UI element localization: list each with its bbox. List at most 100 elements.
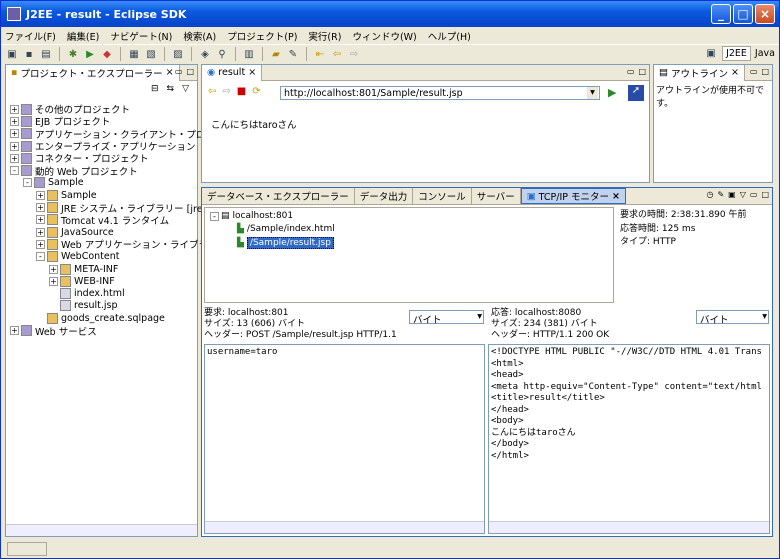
expand-icon[interactable]: + (10, 129, 19, 139)
expand-icon[interactable]: + (10, 104, 19, 114)
tab-data-output[interactable]: データ出力 (355, 188, 414, 204)
chevron-down-icon[interactable]: ▾ (587, 87, 598, 99)
history-icon[interactable]: ◷ (706, 190, 713, 199)
host-node[interactable]: - ▤ localhost:801 (210, 211, 293, 221)
request-body[interactable]: username=taro (204, 344, 485, 534)
request-item[interactable]: ▙ /Sample/index.html (237, 224, 335, 234)
run-icon[interactable]: ▶ (83, 47, 97, 61)
menu-search[interactable]: 検索(A) (183, 29, 216, 43)
menu-run[interactable]: 実行(R) (308, 29, 341, 43)
perspective-j2ee[interactable]: J2EE (722, 46, 751, 61)
tree-item-icon (60, 288, 71, 300)
request-item-selected[interactable]: ▙ /Sample/result.jsp (237, 237, 334, 249)
menu-help[interactable]: ヘルプ(H) (428, 29, 471, 43)
external-tools-icon[interactable]: ◆ (100, 47, 114, 61)
open-resource-icon[interactable]: ◈ (198, 47, 212, 61)
horizontal-scrollbar[interactable] (205, 521, 484, 533)
menu-file[interactable]: ファイル(F) (5, 29, 56, 43)
expand-icon[interactable]: + (10, 116, 19, 126)
refresh-icon[interactable]: ⟳ (252, 86, 260, 97)
new-web-icon[interactable]: ▧ (144, 47, 158, 61)
debug-icon[interactable]: ✱ (66, 47, 80, 61)
save-icon[interactable]: ▪ (22, 47, 36, 61)
tree-item-icon (47, 238, 58, 250)
maximize-button[interactable]: □ (733, 4, 753, 24)
maximize-view-icon[interactable]: □ (761, 67, 769, 76)
new-server-icon[interactable]: ▦ (127, 47, 141, 61)
expand-icon[interactable]: + (36, 215, 45, 225)
title-bar[interactable]: J2EE - result - Eclipse SDK _ □ × (1, 1, 779, 27)
forward-icon[interactable]: ⇨ (222, 86, 230, 97)
horizontal-scrollbar[interactable] (489, 521, 769, 533)
tree-item-label: Tomcat v4.1 ランタイム (61, 215, 170, 227)
close-icon[interactable]: × (731, 67, 739, 78)
expand-icon[interactable]: + (36, 227, 45, 237)
maximize-view-icon[interactable]: □ (761, 190, 769, 199)
expand-icon[interactable]: + (10, 141, 19, 151)
collapse-icon[interactable]: - (36, 252, 45, 262)
expand-icon[interactable]: + (10, 153, 19, 163)
collapse-all-icon[interactable]: ⊟ (151, 84, 159, 94)
response-body[interactable]: <!DOCTYPE HTML PUBLIC "-//W3C//DTD HTML … (488, 344, 770, 534)
back-icon[interactable]: ⇦ (330, 47, 344, 61)
bookmark-icon[interactable]: ▥ (242, 47, 256, 61)
minimize-view-icon[interactable]: ▭ (627, 67, 635, 76)
last-edit-icon[interactable]: ⇤ (313, 47, 327, 61)
expand-icon[interactable]: + (10, 325, 19, 335)
menu-edit[interactable]: 編集(E) (67, 29, 99, 43)
tab-servers[interactable]: サーバー (472, 188, 521, 204)
close-icon[interactable]: × (166, 67, 174, 78)
back-icon[interactable]: ⇦ (208, 86, 216, 97)
tab-project-explorer[interactable]: ▪ プロジェクト・エクスプローラー × (6, 64, 180, 81)
perspective-java[interactable]: Java (755, 48, 775, 59)
expand-icon[interactable]: + (49, 276, 58, 286)
close-button[interactable]: × (755, 4, 775, 24)
view-menu-icon[interactable]: ▽ (740, 190, 746, 199)
menu-project[interactable]: プロジェクト(P) (227, 29, 297, 43)
minimize-button[interactable]: _ (711, 4, 731, 24)
expand-icon[interactable]: + (36, 203, 45, 213)
clear-icon[interactable]: ✎ (717, 190, 724, 199)
tree-item-label: WEB-INF (74, 275, 115, 287)
view-menu-icon[interactable]: ▽ (182, 84, 189, 94)
tab-database-explorer[interactable]: データベース・エクスプローラー (202, 188, 355, 204)
tab-result[interactable]: ◉ result × (202, 64, 263, 81)
stop-icon[interactable]: ■ (237, 86, 246, 97)
monitor-icon: ▣ (526, 190, 536, 202)
pin-icon[interactable]: ✎ (286, 47, 300, 61)
expand-icon[interactable]: + (49, 264, 58, 274)
go-icon[interactable]: ▶ (608, 86, 616, 99)
horizontal-scrollbar[interactable] (6, 524, 197, 536)
tab-tcpip-monitor[interactable]: ▣ TCP/IP モニター × (520, 188, 627, 204)
close-tab-icon[interactable]: × (612, 191, 620, 202)
tab-console[interactable]: コンソール (413, 188, 472, 204)
collapse-icon[interactable]: - (10, 166, 19, 176)
maximize-view-icon[interactable]: □ (186, 67, 194, 76)
forward-icon[interactable]: ⇨ (347, 47, 361, 61)
minimize-view-icon[interactable]: ▭ (750, 190, 758, 199)
open-perspective-icon[interactable]: ▣ (704, 47, 718, 61)
tab-outline[interactable]: ▤ アウトライン × (654, 64, 745, 81)
minimize-view-icon[interactable]: ▭ (175, 67, 183, 76)
collapse-icon[interactable]: - (23, 178, 32, 188)
chevron-down-icon[interactable]: ▾ (762, 311, 767, 322)
maximize-view-icon[interactable]: □ (638, 67, 646, 76)
tree-item-label: JavaSource (61, 226, 114, 238)
menu-window[interactable]: ウィンドウ(W) (352, 29, 416, 43)
request-format-select[interactable]: バイト ▾ (409, 310, 484, 326)
chevron-down-icon[interactable]: ▾ (477, 311, 482, 322)
open-folder-icon[interactable]: ▰ (269, 47, 283, 61)
expand-icon[interactable]: + (36, 190, 45, 200)
link-editor-icon[interactable]: ⇆ (167, 84, 175, 94)
close-tab-icon[interactable]: × (248, 67, 256, 78)
minimize-view-icon[interactable]: ▭ (750, 67, 758, 76)
response-format-select[interactable]: バイト ▾ (696, 310, 769, 326)
properties-icon[interactable]: ▣ (728, 190, 736, 199)
open-type-icon[interactable]: ▨ (171, 47, 185, 61)
expand-icon[interactable]: + (36, 239, 45, 249)
search-icon[interactable]: ⚲ (215, 47, 229, 61)
print-icon[interactable]: ▤ (39, 47, 53, 61)
menu-navigate[interactable]: ナビゲート(N) (110, 29, 172, 43)
new-icon[interactable]: ▣ (5, 47, 19, 61)
url-input[interactable]: http://localhost:801/Sample/result.jsp ▾ (280, 86, 600, 100)
